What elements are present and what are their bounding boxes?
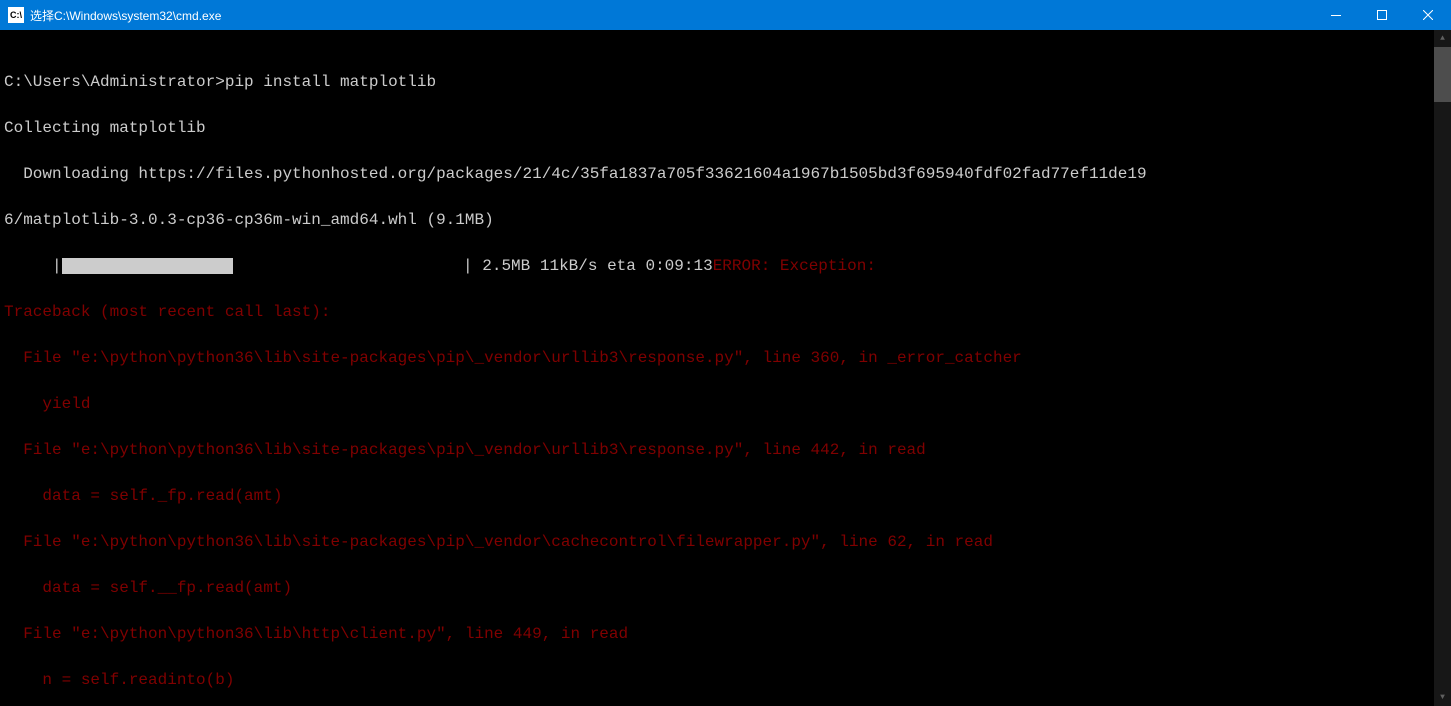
window-title: 选择C:\Windows\system32\cmd.exe [30, 7, 1313, 24]
maximize-icon [1377, 10, 1387, 20]
title-bar: C:\ 选择C:\Windows\system32\cmd.exe [0, 0, 1451, 30]
scrollbar-track[interactable]: ▲ ▼ [1434, 30, 1451, 706]
traceback-line: data = self.__fp.read(amt) [4, 577, 1434, 600]
traceback-line: File "e:\python\python36\lib\site-packag… [4, 347, 1434, 370]
traceback-line: Traceback (most recent call last): [4, 301, 1434, 324]
progress-stats: | 2.5MB 11kB/s eta 0:09:13 [233, 257, 713, 275]
progress-fill [176, 258, 195, 274]
terminal[interactable]: C:\Users\Administrator>pip install matpl… [0, 30, 1434, 706]
progress-fill [157, 258, 176, 274]
minimize-button[interactable] [1313, 0, 1359, 30]
terminal-container: C:\Users\Administrator>pip install matpl… [0, 30, 1451, 706]
traceback-line: File "e:\python\python36\lib\site-packag… [4, 531, 1434, 554]
progress-fill [62, 258, 81, 274]
progress-line: | | 2.5MB 11kB/s eta 0:09:13ERROR: Excep… [4, 255, 1434, 278]
scrollbar-down-arrow[interactable]: ▼ [1434, 689, 1451, 706]
progress-fill [81, 258, 100, 274]
close-button[interactable] [1405, 0, 1451, 30]
progress-fill [214, 258, 233, 274]
close-icon [1423, 10, 1433, 20]
traceback-line: File "e:\python\python36\lib\site-packag… [4, 439, 1434, 462]
minimize-icon [1331, 15, 1341, 16]
scrollbar-thumb[interactable] [1434, 47, 1451, 102]
traceback-line: File "e:\python\python36\lib\http\client… [4, 623, 1434, 646]
progress-fill [119, 258, 138, 274]
terminal-line: 6/matplotlib-3.0.3-cp36-cp36m-win_amd64.… [4, 209, 1434, 232]
traceback-line: data = self._fp.read(amt) [4, 485, 1434, 508]
terminal-line: Collecting matplotlib [4, 117, 1434, 140]
progress-prefix: | [4, 257, 62, 275]
terminal-line: Downloading https://files.pythonhosted.o… [4, 163, 1434, 186]
progress-fill [138, 258, 157, 274]
window-controls [1313, 0, 1451, 30]
error-label: ERROR: Exception: [713, 257, 876, 275]
progress-fill [100, 258, 119, 274]
progress-fill [195, 258, 214, 274]
maximize-button[interactable] [1359, 0, 1405, 30]
scrollbar-up-arrow[interactable]: ▲ [1434, 30, 1451, 47]
traceback-line: yield [4, 393, 1434, 416]
terminal-line: C:\Users\Administrator>pip install matpl… [4, 71, 1434, 94]
cmd-icon: C:\ [8, 7, 24, 23]
traceback-line: n = self.readinto(b) [4, 669, 1434, 692]
